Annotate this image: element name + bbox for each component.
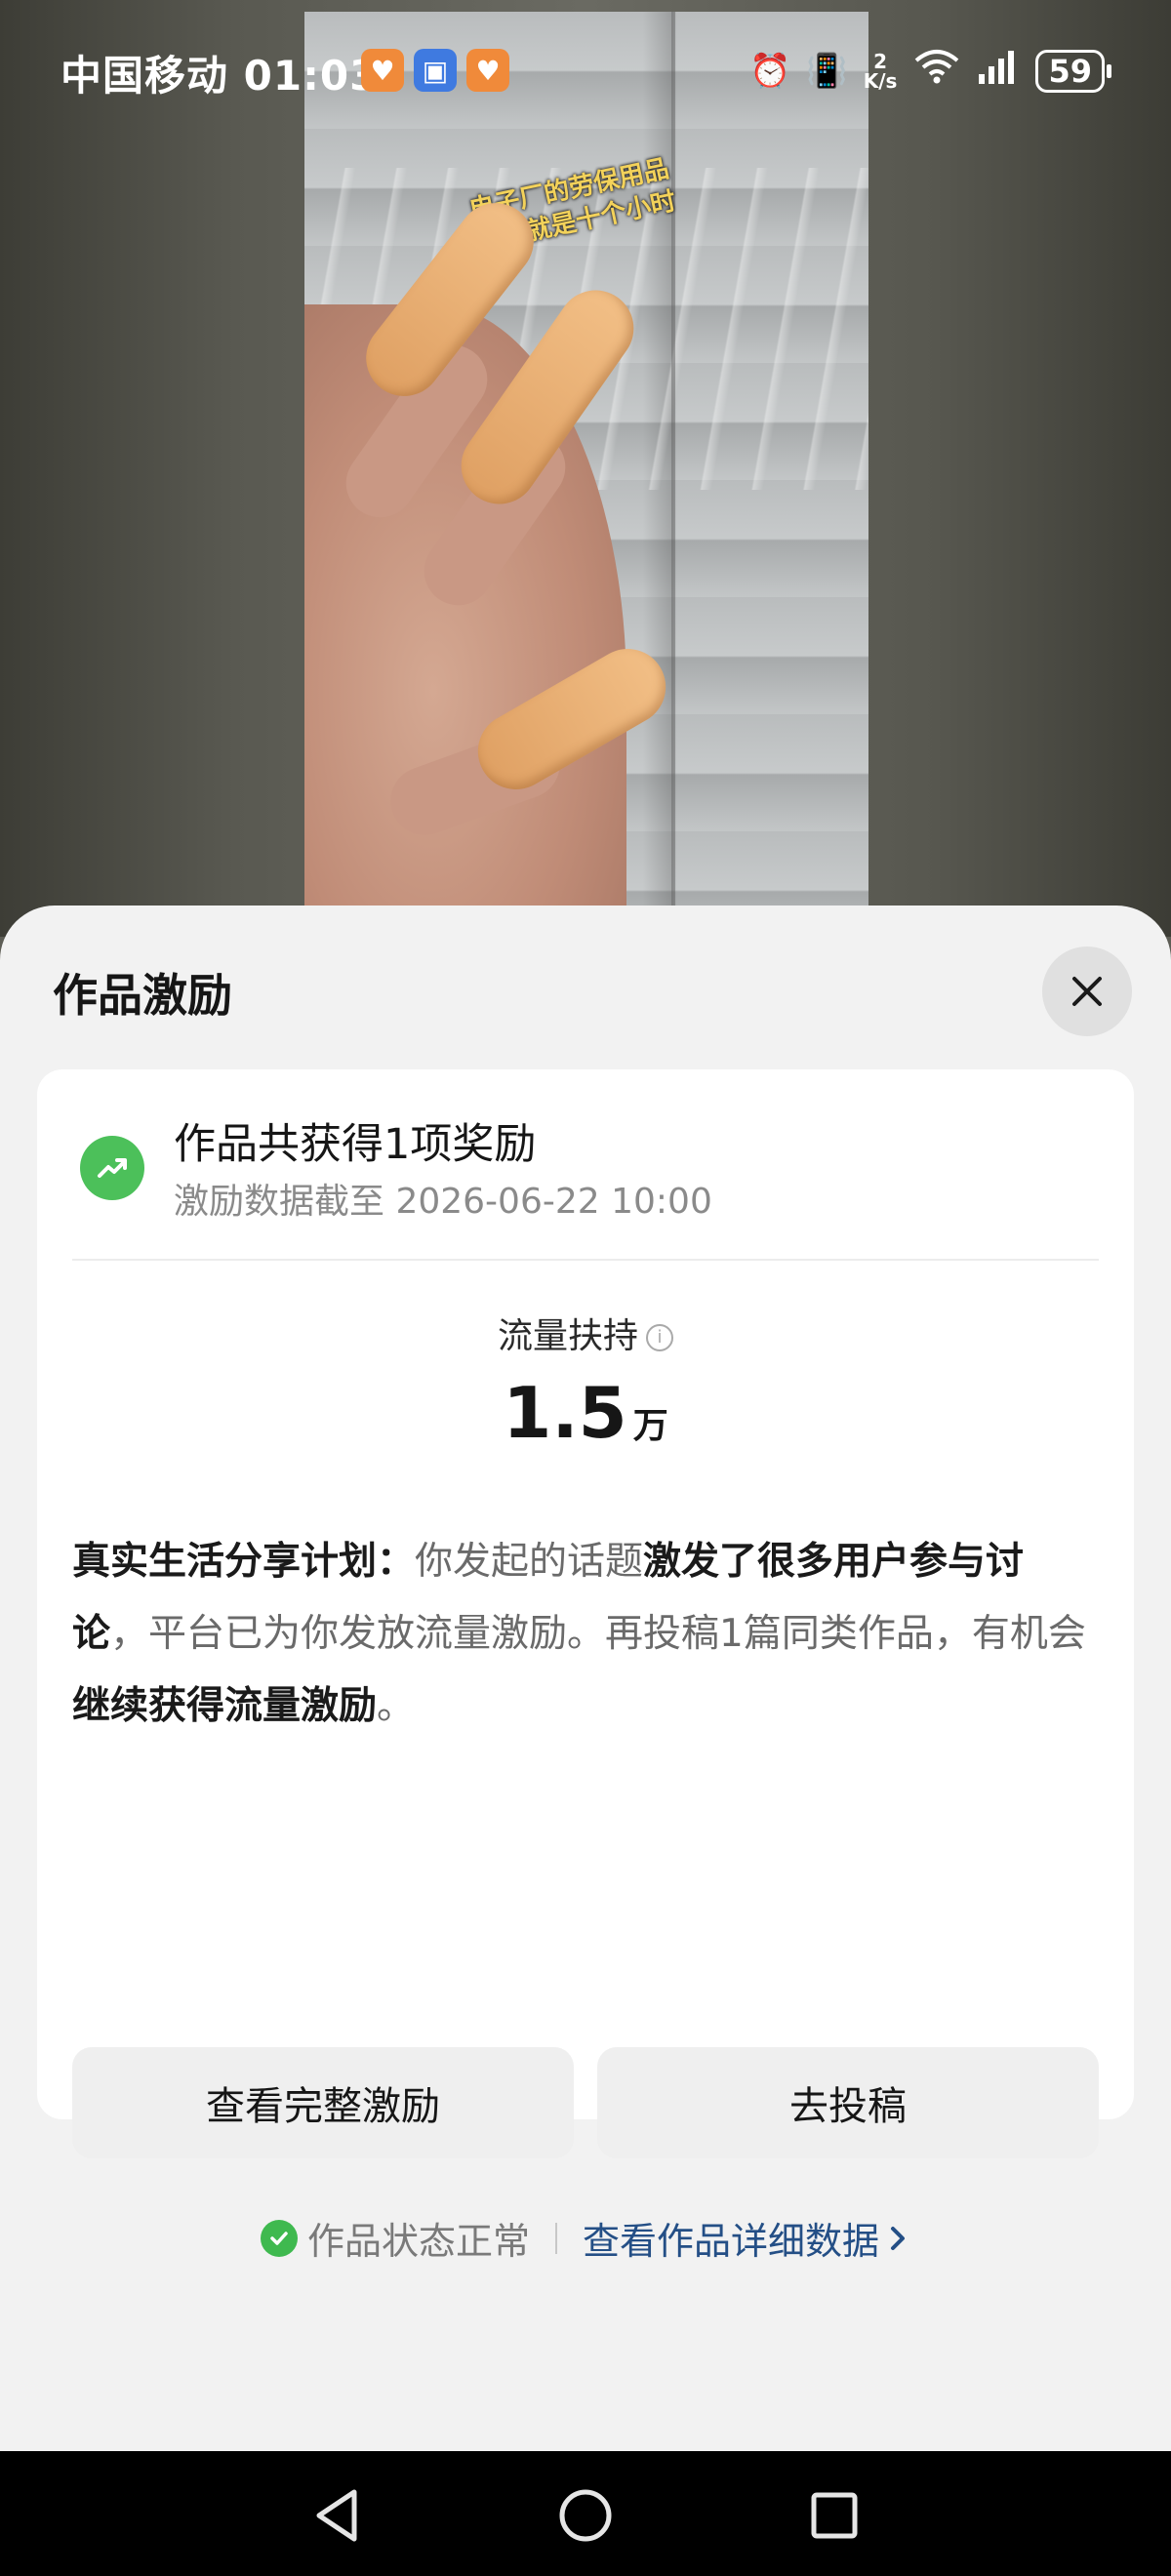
recents-square-icon xyxy=(811,2492,858,2539)
incentive-description: 真实生活分享计划：你发起的话题激发了很多用户参与讨论，平台已为你发放流量激励。再… xyxy=(72,1526,1087,1743)
view-detail-data-link[interactable]: 查看作品详细数据 xyxy=(583,2211,910,2265)
divider xyxy=(72,1259,1099,1261)
shield-app-icon: ▣ xyxy=(414,49,457,92)
view-full-incentive-button[interactable]: 查看完整激励 xyxy=(72,2047,574,2158)
status-ok-text: 作品状态正常 xyxy=(306,2220,530,2263)
recents-button[interactable] xyxy=(795,2476,873,2555)
desc-part2: ，平台已为你发放流量激励。再投稿1篇同类作品，有机会 xyxy=(110,1612,1086,1656)
wifi-icon xyxy=(912,47,961,95)
back-button[interactable] xyxy=(298,2476,376,2555)
check-circle-icon xyxy=(260,2219,298,2257)
back-triangle-icon xyxy=(316,2489,357,2542)
system-icons: ⏰ 📳 2 K/s 59 xyxy=(749,47,1111,95)
metric-number: 1.5 xyxy=(503,1372,627,1454)
metric-label: 流量扶持 i xyxy=(37,1308,1134,1358)
desc-bold2: 继续获得流量激励 xyxy=(72,1684,378,1728)
vibrate-icon: 📳 xyxy=(806,51,848,91)
desc-colon: ： xyxy=(377,1540,416,1584)
desc-part1: 你发起的话题 xyxy=(415,1540,644,1584)
battery-indicator: 59 xyxy=(1035,49,1111,93)
status-bar: 中国移动 01:03 ♥ ▣ ♥ ⏰ 📳 2 K/s 59 xyxy=(0,0,1171,146)
desc-end: 。 xyxy=(377,1684,416,1728)
metric-label-text: 流量扶持 xyxy=(497,1316,638,1356)
desc-plan-name: 真实生活分享计划 xyxy=(72,1540,378,1584)
alarm-icon: ⏰ xyxy=(749,51,791,91)
notification-icons: ♥ ▣ ♥ xyxy=(361,49,509,92)
sheet-title: 作品激励 xyxy=(53,969,232,1022)
incentive-card: 作品共获得1项奖励 激励数据截至 2026-06-22 10:00 流量扶持 i … xyxy=(37,1069,1134,2158)
incentive-sheet: 作品激励 作品共获得1项奖励 激励数据截至 2026-06-22 10:00 流… xyxy=(0,906,1171,2451)
footer-status: 作品状态正常 查看作品详细数据 xyxy=(0,2211,1171,2265)
video-player[interactable]: 电子厂的劳保用品 一戴就是十个小时 xyxy=(304,12,868,939)
summary-title: 作品共获得1项奖励 xyxy=(174,1120,537,1169)
carrier-time: 中国移动 01:03 xyxy=(61,52,380,100)
metric-unit: 万 xyxy=(632,1406,668,1446)
home-button[interactable] xyxy=(546,2476,625,2555)
info-icon[interactable]: i xyxy=(646,1324,673,1351)
cellular-signal-icon xyxy=(977,47,1020,95)
submit-post-button[interactable]: 去投稿 xyxy=(597,2047,1099,2158)
footer-separator xyxy=(555,2222,557,2254)
close-button[interactable] xyxy=(1042,946,1132,1036)
close-icon xyxy=(1072,977,1102,1006)
net-speed-unit: K/s xyxy=(863,68,898,93)
heart-app-icon: ♥ xyxy=(361,49,404,92)
metric-value: 1.5 万 xyxy=(37,1372,1134,1454)
detail-link-text: 查看作品详细数据 xyxy=(583,2220,880,2263)
trending-up-icon xyxy=(80,1136,144,1200)
summary-subtitle: 激励数据截至 2026-06-22 10:00 xyxy=(174,1182,712,1222)
system-nav-bar xyxy=(0,2451,1171,2576)
chevron-right-icon xyxy=(891,2226,906,2250)
heart-app-icon: ♥ xyxy=(466,49,509,92)
home-circle-icon xyxy=(559,2489,612,2542)
net-speed: 2 K/s xyxy=(864,52,898,91)
